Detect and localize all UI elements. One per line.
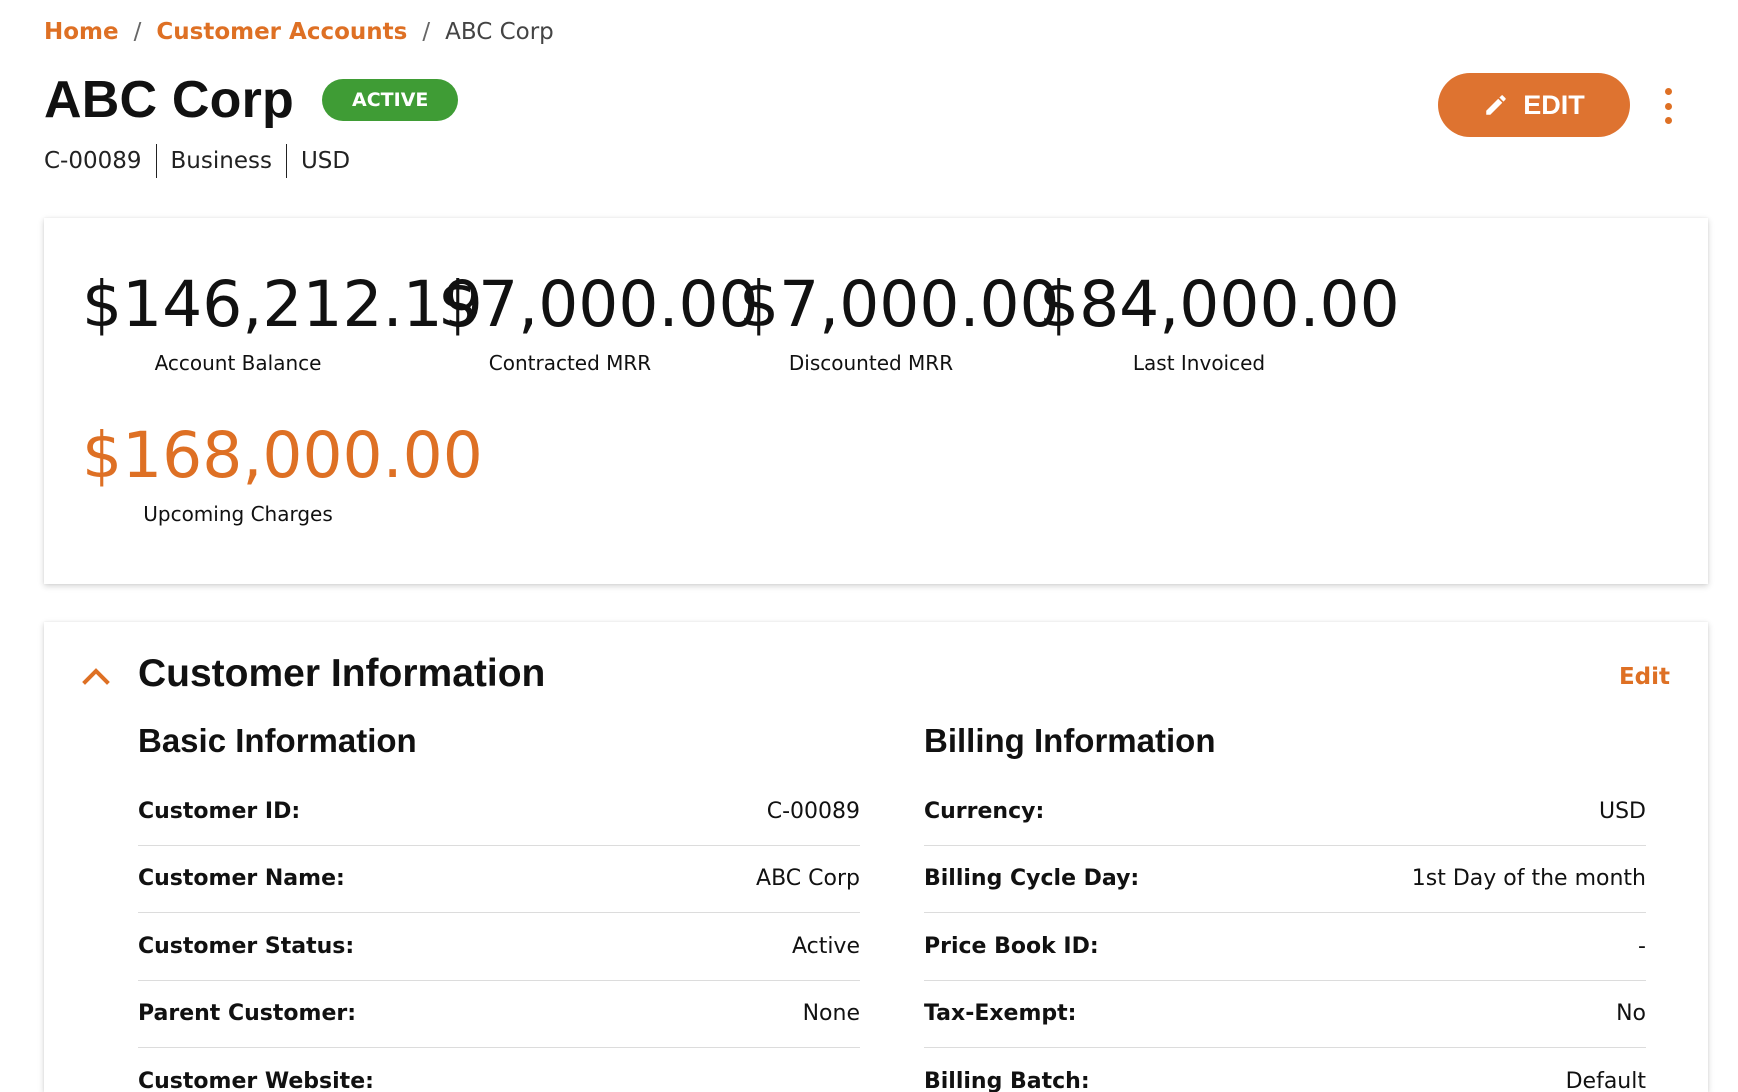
metric-value: $146,212.19 [82, 268, 483, 341]
info-value: ABC Corp [756, 866, 860, 892]
metric-last-invoiced: $84,000.00 Last Invoiced [1039, 268, 1400, 375]
meta-currency: USD [285, 144, 364, 178]
breadcrumb-home-link[interactable]: Home [44, 19, 119, 45]
info-label: Customer Status: [138, 933, 355, 959]
basic-information: Basic Information Customer ID: C-00089 C… [138, 718, 860, 1092]
more-dot [1664, 117, 1672, 124]
metric-value: $7,000.00 [438, 268, 759, 341]
info-row-billing-batch: Billing Batch: Default [924, 1048, 1646, 1092]
info-row-parent-customer: Parent Customer: None [138, 981, 860, 1048]
metric-upcoming-charges: $168,000.00 Upcoming Charges [82, 419, 483, 526]
info-row-customer-status: Customer Status: Active [138, 913, 860, 981]
info-row-tax-exempt: Tax-Exempt: No [924, 981, 1646, 1048]
info-value: C-00089 [766, 798, 860, 824]
breadcrumb-separator: / [133, 19, 142, 45]
breadcrumb-separator: / [422, 19, 431, 45]
info-label: Customer Website: [138, 1069, 374, 1092]
info-label: Billing Cycle Day: [924, 866, 1140, 892]
metric-value: $7,000.00 [739, 268, 1060, 341]
meta-customer-id: C-00089 [44, 148, 142, 174]
metric-label: Upcoming Charges [143, 502, 333, 526]
metric-discounted-mrr: $7,000.00 Discounted MRR [739, 268, 1060, 375]
metric-value: $84,000.00 [1039, 268, 1400, 341]
info-row-customer-website: Customer Website: [138, 1048, 860, 1092]
more-dot [1664, 88, 1672, 95]
metric-label: Discounted MRR [788, 351, 954, 375]
pencil-icon [1486, 95, 1506, 115]
customer-account-page: Home / Customer Accounts / ABC Corp ABC … [0, 0, 1738, 1092]
info-label: Parent Customer: [138, 1001, 357, 1027]
billing-information-title: Billing Information [924, 722, 1216, 759]
info-row-customer-id: Customer ID: C-00089 [138, 778, 860, 846]
info-row-currency: Currency: USD [924, 778, 1646, 846]
info-row-price-book-id: Price Book ID: - [924, 913, 1646, 981]
status-badge: ACTIVE [322, 79, 459, 121]
customer-meta: C-00089 Business USD [44, 144, 364, 178]
metric-label: Account Balance [154, 351, 322, 375]
info-value: None [802, 1001, 860, 1027]
metric-account-balance: $146,212.19 Account Balance [82, 268, 483, 375]
more-vertical-icon[interactable] [1656, 88, 1680, 124]
info-label: Tax-Exempt: [924, 1001, 1077, 1027]
chevron-up-icon[interactable] [80, 664, 112, 688]
info-row-customer-name: Customer Name: ABC Corp [138, 846, 860, 913]
meta-customer-type: Business [155, 144, 286, 178]
metric-label: Last Invoiced [1132, 351, 1266, 375]
info-value: No [1616, 1001, 1646, 1027]
breadcrumb-customer-accounts-link[interactable]: Customer Accounts [156, 19, 407, 45]
billing-information: Billing Information Currency: USD Billin… [924, 718, 1646, 1092]
info-label: Currency: [924, 798, 1045, 824]
title-row: ABC Corp ACTIVE [44, 70, 459, 130]
info-value: 1st Day of the month [1411, 866, 1646, 892]
more-dot [1664, 102, 1672, 110]
info-label: Customer ID: [138, 798, 301, 824]
breadcrumb-current: ABC Corp [445, 19, 554, 45]
edit-button-label: EDIT [1523, 89, 1585, 120]
metric-contracted-mrr: $7,000.00 Contracted MRR [438, 268, 759, 375]
section-title: Customer Information [138, 652, 546, 695]
metric-value: $168,000.00 [82, 419, 483, 492]
info-value: - [1638, 933, 1646, 959]
info-label: Price Book ID: [924, 933, 1099, 959]
info-row-billing-cycle-day: Billing Cycle Day: 1st Day of the month [924, 846, 1646, 913]
info-label: Billing Batch: [924, 1069, 1090, 1092]
info-value: USD [1598, 798, 1646, 824]
edit-button[interactable]: EDIT [1438, 73, 1630, 137]
page-title: ABC Corp [44, 71, 295, 129]
metric-label: Contracted MRR [488, 351, 652, 375]
info-label: Customer Name: [138, 866, 345, 892]
breadcrumb: Home / Customer Accounts / ABC Corp [44, 14, 554, 50]
info-value: Active [791, 933, 860, 959]
basic-information-title: Basic Information [138, 722, 417, 759]
info-value: Default [1565, 1069, 1646, 1092]
customer-information-card: Customer Information Edit Basic Informat… [44, 622, 1708, 1092]
account-summary-card: $146,212.19 Account Balance $7,000.00 Co… [44, 218, 1708, 584]
customer-info-edit-link[interactable]: Edit [1619, 664, 1670, 690]
